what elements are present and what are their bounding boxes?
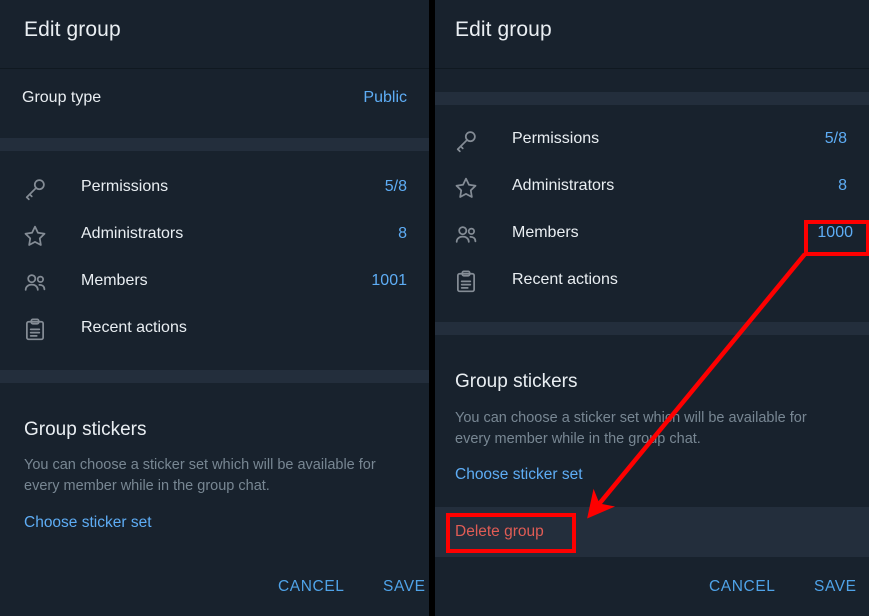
star-icon <box>22 223 48 249</box>
row-value: 5/8 <box>824 130 847 147</box>
row-value: 8 <box>398 225 407 242</box>
row-label: Permissions <box>512 130 600 147</box>
row-label: Members <box>81 272 148 289</box>
members-icon <box>453 222 479 248</box>
row-members[interactable]: Members 1001 <box>0 259 429 306</box>
left-panel-header: Edit group <box>0 0 429 69</box>
right-panel-header: Edit group <box>435 0 869 69</box>
row-permissions[interactable]: Permissions 5/8 <box>0 165 429 212</box>
members-icon <box>22 270 48 296</box>
save-button[interactable]: SAVE <box>383 578 426 596</box>
screenshot-stage: Edit group Group type Public Permissions… <box>0 0 869 616</box>
group-type-label: Group type <box>22 89 102 106</box>
row-administrators[interactable]: Administrators 8 <box>435 164 869 211</box>
section-separator <box>0 370 429 383</box>
group-type-value: Public <box>363 89 407 106</box>
row-value: 1001 <box>371 272 407 289</box>
left-panel-title: Edit group <box>24 18 121 41</box>
row-label: Administrators <box>81 225 184 242</box>
row-label: Recent actions <box>81 319 187 336</box>
key-icon <box>453 128 479 154</box>
clipboard-icon <box>22 317 48 343</box>
group-type-row[interactable]: Group type Public <box>0 80 429 120</box>
cancel-button[interactable]: CANCEL <box>709 578 775 596</box>
star-icon <box>453 175 479 201</box>
row-label: Permissions <box>81 178 169 195</box>
key-icon <box>22 176 48 202</box>
stickers-description: You can choose a sticker set which will … <box>455 410 807 447</box>
right-panel-title: Edit group <box>455 18 552 41</box>
row-label: Members <box>512 224 579 241</box>
section-separator <box>435 322 869 335</box>
row-label: Administrators <box>512 177 615 194</box>
row-members[interactable]: Members 1000 <box>435 211 869 258</box>
left-panel: Edit group Group type Public Permissions… <box>0 0 429 616</box>
row-recent-actions[interactable]: Recent actions <box>0 306 429 353</box>
row-value: 5/8 <box>384 178 407 195</box>
row-administrators[interactable]: Administrators 8 <box>0 212 429 259</box>
section-separator <box>0 138 429 151</box>
row-label: Recent actions <box>512 271 618 288</box>
clipboard-icon <box>453 269 479 295</box>
save-button[interactable]: SAVE <box>814 578 857 596</box>
row-value: 8 <box>838 177 847 194</box>
row-value: 1000 <box>817 224 853 241</box>
stickers-description: You can choose a sticker set which will … <box>24 457 376 494</box>
row-recent-actions[interactable]: Recent actions <box>435 258 869 305</box>
choose-sticker-set-link[interactable]: Choose sticker set <box>455 466 583 484</box>
cancel-button[interactable]: CANCEL <box>278 578 344 596</box>
section-separator <box>435 92 869 105</box>
right-panel: Edit group Permissions 5/8 Administrator… <box>435 0 869 616</box>
row-permissions[interactable]: Permissions 5/8 <box>435 117 869 164</box>
choose-sticker-set-link[interactable]: Choose sticker set <box>24 514 152 532</box>
stickers-title: Group stickers <box>24 419 147 440</box>
delete-group-button[interactable]: Delete group <box>455 523 544 541</box>
stickers-title: Group stickers <box>455 371 578 392</box>
